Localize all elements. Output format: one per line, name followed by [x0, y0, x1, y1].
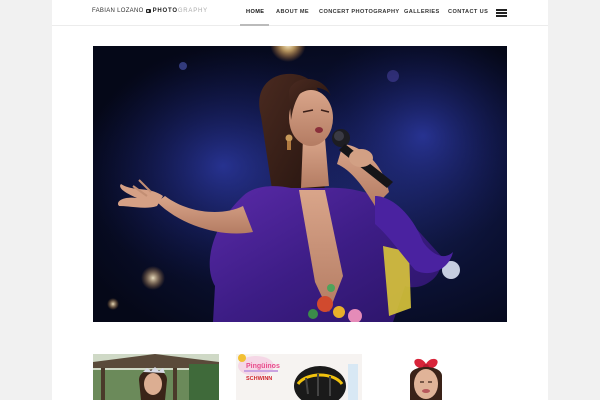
logo-brand: PHOTO — [152, 8, 178, 14]
nav-about-me[interactable]: ABOUT ME — [276, 9, 309, 15]
thumbnail-2[interactable]: Pingüinos SCHWINN — [236, 354, 362, 400]
nav-galleries[interactable]: GALLERIES — [404, 9, 440, 15]
concert-singer-photo — [93, 46, 507, 322]
thumb-logo-text: Pingüinos — [246, 363, 280, 370]
nav-active-underline — [240, 24, 269, 26]
nav-contact-us[interactable]: CONTACT US — [448, 9, 488, 15]
camera-icon — [145, 9, 151, 13]
cheer-girl-photo — [380, 354, 506, 400]
hamburger-icon[interactable] — [496, 9, 507, 17]
nav-home[interactable]: HOME — [246, 9, 264, 15]
thumb-brand-text: SCHWINN — [246, 376, 272, 382]
logo-brand-light: GRAPHY — [177, 8, 208, 14]
thumbnail-1[interactable] — [93, 354, 219, 400]
thumbnail-3[interactable] — [380, 354, 506, 400]
kids-event-photo: Pingüinos SCHWINN — [236, 354, 362, 400]
site-header: FABIAN LOZANO PHOTO GRAPHY HOME ABOUT ME … — [52, 0, 548, 26]
nav-concert-photography[interactable]: CONCERT PHOTOGRAPHY — [319, 9, 400, 15]
hero-image[interactable] — [93, 46, 507, 322]
page: FABIAN LOZANO PHOTO GRAPHY HOME ABOUT ME … — [52, 0, 548, 400]
logo-name: FABIAN LOZANO — [92, 8, 144, 14]
quinceanera-photo — [93, 354, 219, 400]
site-logo[interactable]: FABIAN LOZANO PHOTO GRAPHY — [92, 8, 208, 14]
